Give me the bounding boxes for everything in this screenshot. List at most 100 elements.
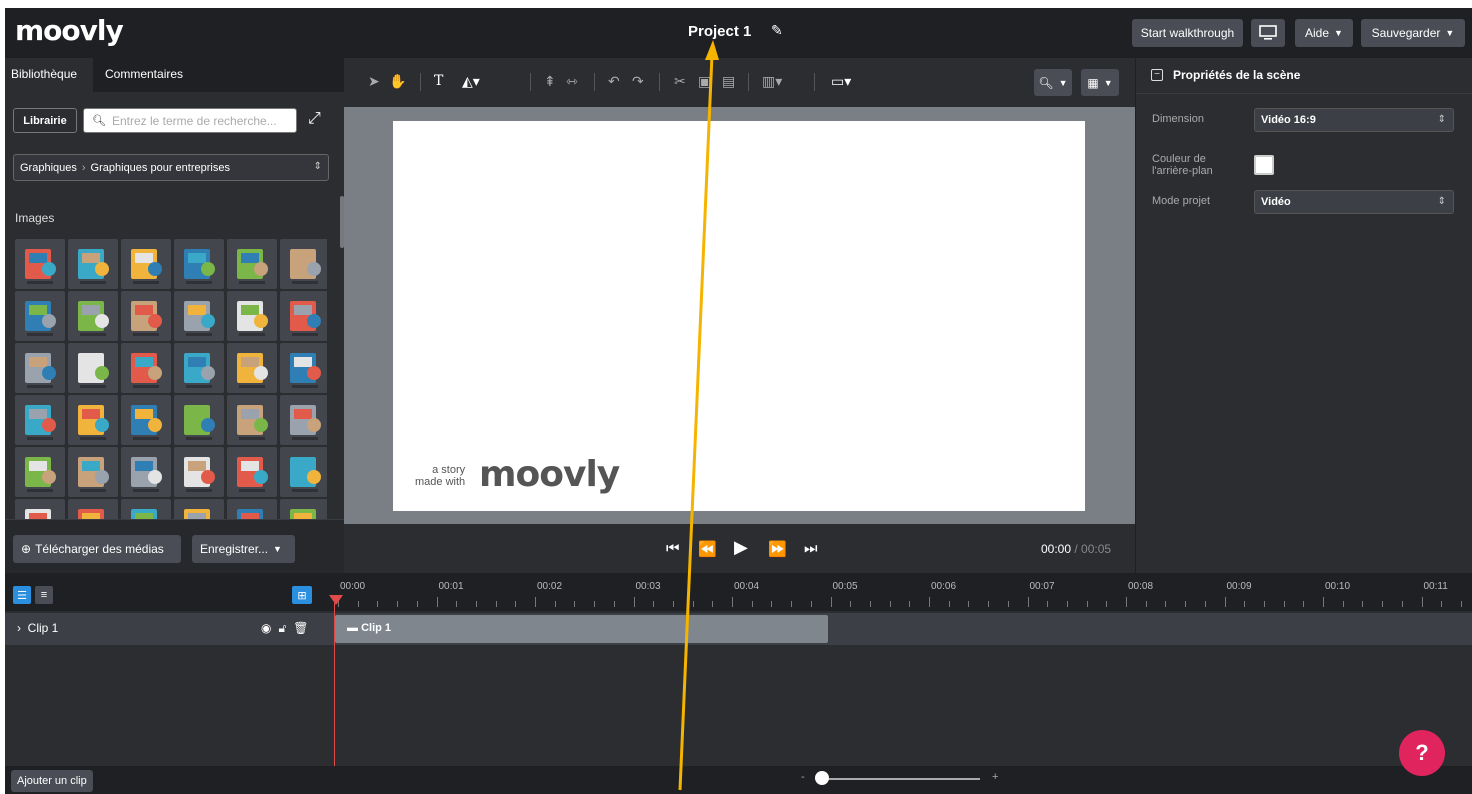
tab-comments[interactable]: Commentaires (99, 58, 199, 92)
align-horizontal-icon[interactable]: ⇞ (544, 73, 556, 90)
layer-order-icon[interactable]: ▥▾ (762, 73, 782, 90)
play-icon[interactable]: ▶ (734, 537, 748, 558)
moovly-logo[interactable]: moovly (15, 14, 124, 47)
zoom-out-icon[interactable]: - (801, 771, 805, 783)
zoom-button[interactable]: 🔍︎ ▼ (1034, 69, 1072, 96)
lock-icon[interactable]: 🔓︎ (278, 621, 286, 636)
upload-media-button[interactable]: ⊕ Télécharger des médias (13, 535, 181, 563)
dashboard-image[interactable] (174, 291, 224, 341)
monitor-chart-image[interactable] (280, 291, 327, 341)
zoom-slider-knob[interactable] (815, 771, 829, 785)
lamp-desk-image[interactable] (68, 447, 118, 497)
cut-icon[interactable]: ✂ (674, 73, 686, 90)
add-clip-button[interactable]: Ajouter un clip (11, 770, 93, 792)
network-eye-image[interactable] (227, 239, 277, 289)
save-button[interactable]: Sauvegarder ▼ (1361, 19, 1465, 47)
plant-image[interactable] (15, 395, 65, 445)
browser-window-image[interactable] (280, 343, 327, 393)
eye-icon[interactable]: ◉ (261, 621, 271, 636)
strip-image-3[interactable] (121, 499, 171, 519)
monitor-icon[interactable] (1251, 19, 1285, 47)
start-walkthrough-label: Start walkthrough (1140, 26, 1235, 40)
stage-canvas[interactable]: a story made with moovly (393, 121, 1085, 511)
mouse-image[interactable] (121, 447, 171, 497)
tab-library[interactable]: Bibliothèque (5, 58, 93, 92)
gift-box-image[interactable] (68, 395, 118, 445)
calculator-image[interactable] (227, 395, 277, 445)
strip-image-6[interactable] (280, 499, 327, 519)
record-button[interactable]: Enregistrer... ▼ (192, 535, 295, 563)
laptop-mail-image[interactable] (121, 239, 171, 289)
trash-icon[interactable]: 🗑︎ (293, 621, 308, 636)
redo-icon[interactable]: ↷ (632, 73, 644, 90)
time-total: 00:05 (1081, 542, 1112, 556)
skip-start-icon[interactable]: ⏮ (666, 540, 680, 557)
collapse-icon[interactable]: − (1151, 69, 1163, 81)
documents-image[interactable] (121, 395, 171, 445)
help-fab-button[interactable]: ? (1399, 730, 1445, 776)
billboard-image[interactable] (68, 291, 118, 341)
folder-image[interactable] (174, 395, 224, 445)
ruler-tick (1224, 597, 1226, 607)
phone-stats-image[interactable] (121, 343, 171, 393)
category-select[interactable]: Graphiques › Graphiques pour entreprises… (13, 154, 329, 181)
dimension-select[interactable]: Vidéo 16:9 ⇕ (1254, 108, 1454, 132)
timeline-zoom-slider[interactable] (820, 778, 980, 780)
strip-image-5[interactable] (227, 499, 277, 519)
text-icon[interactable]: T (434, 73, 443, 89)
shipping-box-image[interactable] (227, 343, 277, 393)
snap-icon[interactable]: ⊞ (292, 586, 312, 604)
speech-bubble-image[interactable] (68, 343, 118, 393)
playhead-marker[interactable] (329, 595, 343, 605)
search-input[interactable]: 🔍︎ Entrez le terme de recherche... (83, 108, 297, 133)
ruler-tick (1460, 601, 1462, 607)
strip-image-2[interactable] (68, 499, 118, 519)
newspaper-image[interactable] (68, 239, 118, 289)
library-button[interactable]: Librairie (13, 108, 77, 133)
projector-image[interactable] (174, 239, 224, 289)
signpost-image[interactable] (15, 291, 65, 341)
start-walkthrough-button[interactable]: Start walkthrough (1132, 19, 1243, 47)
subtitle-icon[interactable]: ▭▾ (831, 73, 851, 90)
undo-icon[interactable]: ↶ (608, 73, 620, 90)
binders-image[interactable] (227, 447, 277, 497)
compact-view-icon[interactable]: ≡ (35, 586, 53, 604)
target-person-image[interactable] (280, 239, 327, 289)
list-view-icon[interactable]: ☰ (13, 586, 31, 604)
skip-end-icon[interactable]: ⏭ (804, 540, 818, 557)
background-color-swatch[interactable] (1254, 155, 1274, 175)
properties-header[interactable]: − Propriétés de la scène (1136, 58, 1472, 94)
zoom-in-icon[interactable]: + (992, 771, 998, 783)
strip-image-1[interactable] (15, 499, 65, 519)
project-title[interactable]: Project 1 (688, 23, 751, 40)
watermark-text: a story made with (415, 464, 465, 488)
project-mode-select[interactable]: Vidéo ⇕ (1254, 190, 1454, 214)
help-menu-button[interactable]: Aide ▼ (1295, 19, 1353, 47)
paste-icon[interactable]: ▤ (722, 73, 735, 90)
mouse-coin-image[interactable] (15, 239, 65, 289)
strip-image-4[interactable] (174, 499, 224, 519)
fast-forward-icon[interactable]: ⏩ (768, 540, 787, 558)
hand-icon[interactable]: ✋ (389, 73, 406, 90)
shape-icon[interactable]: ◭▾ (462, 73, 480, 90)
tools-image[interactable] (174, 447, 224, 497)
clip-block[interactable]: ▬ Clip 1 (335, 615, 828, 643)
rewind-icon[interactable]: ⏪ (698, 540, 717, 558)
shopping-bag-image[interactable] (15, 447, 65, 497)
ruler-time-label: 00:05 (832, 581, 858, 592)
align-vertical-icon[interactable]: ⇿ (566, 73, 578, 90)
network-node-image[interactable] (174, 343, 224, 393)
grid-view-button[interactable]: ▦ ▼ (1081, 69, 1119, 96)
calculator-doc-image[interactable] (227, 291, 277, 341)
presentation-image[interactable] (15, 343, 65, 393)
track-expand[interactable]: › Clip 1 (17, 621, 58, 635)
expand-icon[interactable]: ⤢ (308, 110, 321, 128)
pointer-icon[interactable]: ➤ (368, 73, 380, 90)
ruler-tick (377, 601, 379, 607)
pencil-icon[interactable]: ✎ (771, 22, 783, 39)
megaphone-image[interactable] (121, 291, 171, 341)
ruler-time-label: 00:07 (1029, 581, 1055, 592)
copy-icon[interactable]: ▣ (698, 73, 711, 90)
open-box-image[interactable] (280, 395, 327, 445)
drafting-image[interactable] (280, 447, 327, 497)
